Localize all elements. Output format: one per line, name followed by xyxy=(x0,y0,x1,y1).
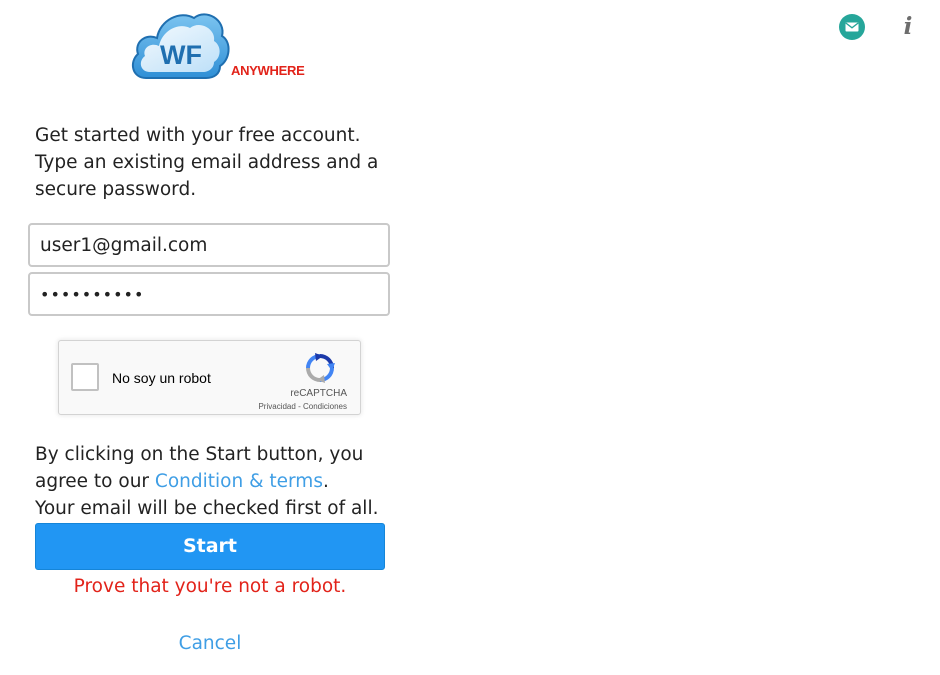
error-message: Prove that you're not a robot. xyxy=(73,576,347,597)
consent-text: By clicking on the Start button, you agr… xyxy=(35,441,415,522)
consent-line-2: agree to our Condition & terms. xyxy=(35,468,415,495)
recaptcha-widget: No soy un robot reCAPTCHA Privacidad - C… xyxy=(58,340,361,415)
terms-link[interactable]: Condition & terms xyxy=(155,471,323,492)
consent-suffix: . xyxy=(322,471,329,492)
start-button[interactable]: Start xyxy=(35,523,385,570)
mail-button[interactable] xyxy=(839,14,865,40)
intro-line-3: secure password. xyxy=(35,179,197,200)
password-field[interactable] xyxy=(28,272,390,316)
recaptcha-label: No soy un robot xyxy=(112,370,211,386)
envelope-icon xyxy=(839,14,865,40)
info-icon[interactable]: i xyxy=(897,13,919,41)
intro-line-2: Type an existing email address and a xyxy=(35,152,379,173)
logo-initials: WF xyxy=(160,40,202,70)
recaptcha-links: Privacidad - Condiciones xyxy=(258,402,347,411)
cloud-logo-icon: WF xyxy=(131,13,230,79)
consent-line-1: By clicking on the Start button, you xyxy=(35,444,364,465)
recaptcha-link-separator: - xyxy=(298,402,301,411)
intro-text: Get started with your free account. Type… xyxy=(35,122,395,203)
recaptcha-brand: reCAPTCHA xyxy=(290,388,347,399)
email-field[interactable] xyxy=(28,223,390,267)
recaptcha-icon xyxy=(306,353,335,383)
consent-line-3: Your email will be checked first of all. xyxy=(35,498,379,519)
cancel-link[interactable]: Cancel xyxy=(35,630,385,657)
recaptcha-privacy-link[interactable]: Privacidad xyxy=(258,402,295,411)
consent-prefix: agree to our xyxy=(35,471,155,492)
recaptcha-checkbox[interactable] xyxy=(71,363,99,391)
app-logo: WF ANYWHERE xyxy=(128,6,313,82)
logo-text: ANYWHERE xyxy=(231,63,305,78)
intro-line-1: Get started with your free account. xyxy=(35,125,361,146)
recaptcha-terms-link[interactable]: Condiciones xyxy=(303,402,347,411)
